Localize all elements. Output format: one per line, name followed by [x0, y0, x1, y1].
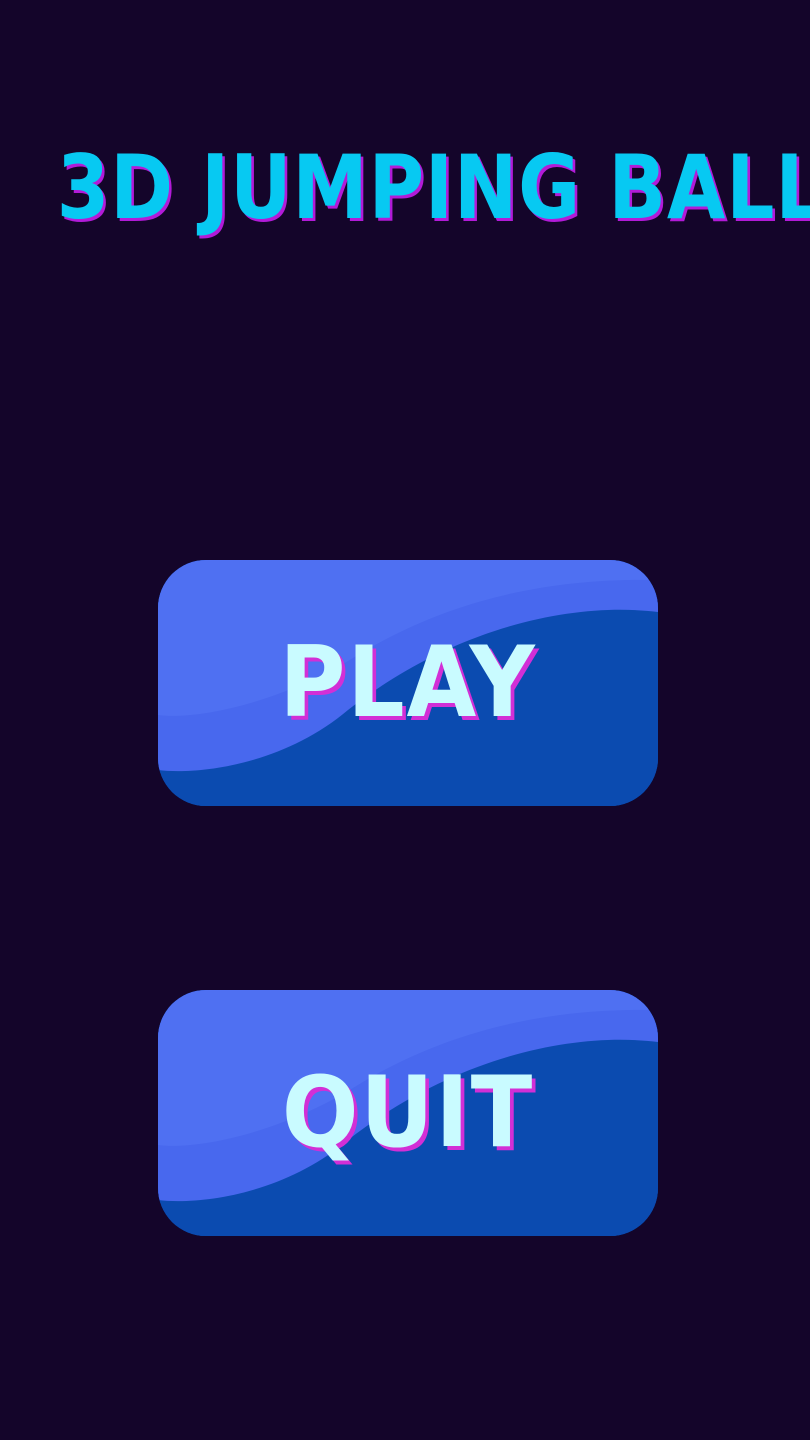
play-button-label: PLAY [279, 626, 537, 740]
main-menu-screen: 3D JUMPING BALL PLAY QUIT [0, 0, 810, 1440]
quit-button[interactable]: QUIT [158, 990, 658, 1236]
quit-button-label: QUIT [281, 1056, 535, 1170]
game-title: 3D JUMPING BALL [56, 136, 810, 239]
play-button[interactable]: PLAY [158, 560, 658, 806]
